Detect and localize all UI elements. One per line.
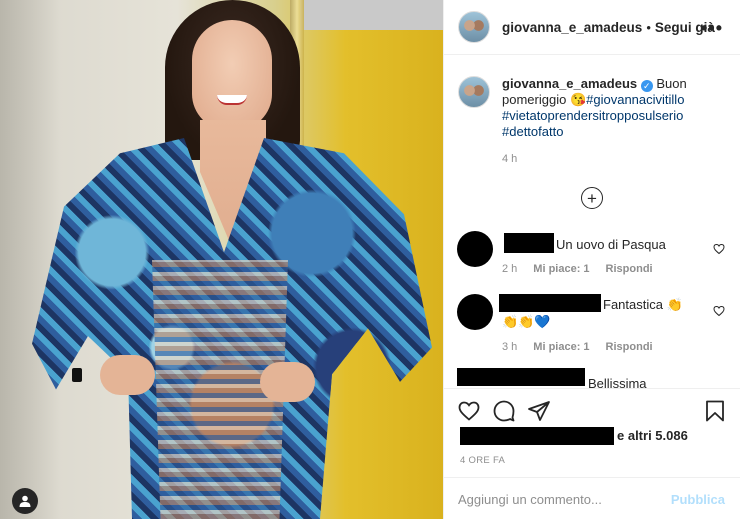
person-hand	[260, 362, 315, 402]
separator-dot: •	[646, 19, 651, 35]
post-timestamp[interactable]: 4 ORE FA	[460, 455, 505, 466]
hashtag-link[interactable]: #vietatoprendersitropposulserio	[502, 108, 683, 123]
comment-time[interactable]: 2 h	[502, 263, 517, 275]
redacted-username	[460, 427, 614, 445]
person-hand	[100, 355, 155, 395]
add-comment-bar: Aggiungi un commento... Pubblica	[444, 477, 740, 519]
comment-time[interactable]: 3 h	[502, 341, 517, 353]
comment-item: Un uovo di Pasqua 2 h Mi piace: 1 Rispon…	[457, 231, 733, 281]
comment-text: Fantastica 👏	[603, 297, 683, 312]
comment-item: Fantastica 👏 👏👏💙 3 h Mi piace: 1 Rispond…	[457, 294, 733, 358]
avatar[interactable]	[458, 11, 490, 43]
likes-count[interactable]: e altri 5.086	[617, 428, 688, 443]
photo-background	[300, 0, 443, 30]
username-link[interactable]: giovanna_e_amadeus	[502, 20, 642, 35]
comment-likes[interactable]: Mi piace: 1	[533, 341, 589, 353]
comment-likes[interactable]: Mi piace: 1	[533, 263, 589, 275]
comment-text: Bellissima	[588, 376, 647, 388]
emoji: 😘	[569, 92, 587, 107]
avatar[interactable]	[458, 76, 490, 108]
more-options-icon[interactable]: •••	[701, 18, 723, 39]
post-side-panel: giovanna_e_amadeus • Segui già ••• giova…	[443, 0, 740, 519]
comment-item: Bellissima	[457, 368, 733, 388]
caption-username[interactable]: giovanna_e_amadeus	[502, 76, 637, 91]
reply-button[interactable]: Rispondi	[606, 263, 653, 275]
comment-meta: 2 h Mi piace: 1 Rispondi	[502, 263, 653, 275]
publish-button[interactable]: Pubblica	[671, 492, 725, 507]
likes-summary[interactable]: e altri 5.086	[460, 427, 730, 447]
caption-timestamp[interactable]: 4 h	[502, 153, 517, 165]
heart-icon[interactable]	[713, 305, 725, 317]
avatar[interactable]	[457, 294, 493, 330]
plus-icon: +	[587, 188, 597, 208]
photo-background	[0, 0, 60, 519]
user-icon	[19, 495, 31, 507]
heart-icon[interactable]	[713, 243, 725, 255]
action-bar	[444, 388, 740, 428]
post-photo[interactable]	[0, 0, 443, 519]
verified-badge-icon: ✓	[640, 80, 653, 92]
comment-bubble-icon[interactable]	[492, 399, 516, 423]
wall-switch	[72, 368, 82, 382]
hashtag-link[interactable]: #giovannacivitillo	[586, 92, 684, 107]
comment-meta: 3 h Mi piace: 1 Rispondi	[502, 341, 653, 353]
bookmark-save-icon[interactable]	[703, 399, 727, 423]
redacted-username	[457, 368, 585, 386]
reply-button[interactable]: Rispondi	[606, 341, 653, 353]
redacted-username	[504, 233, 554, 253]
person-face	[192, 20, 272, 130]
like-heart-icon[interactable]	[457, 399, 481, 423]
load-more-comments-button[interactable]: +	[581, 187, 603, 209]
redacted-username	[499, 294, 601, 312]
tagged-user-button[interactable]	[12, 488, 38, 514]
hashtag-link[interactable]: #dettofatto	[502, 124, 563, 139]
avatar[interactable]	[457, 231, 493, 267]
comment-input[interactable]: Aggiungi un commento...	[458, 492, 602, 507]
comment-text-line2: 👏👏💙	[502, 314, 551, 329]
comment-text: Un uovo di Pasqua	[556, 237, 666, 252]
post-header: giovanna_e_amadeus • Segui già •••	[444, 0, 740, 55]
post-caption: giovanna_e_amadeus ✓ Buon pomeriggio 😘#g…	[458, 76, 728, 140]
share-send-icon[interactable]	[527, 399, 551, 423]
caption-text: giovanna_e_amadeus ✓ Buon pomeriggio 😘#g…	[502, 76, 722, 140]
